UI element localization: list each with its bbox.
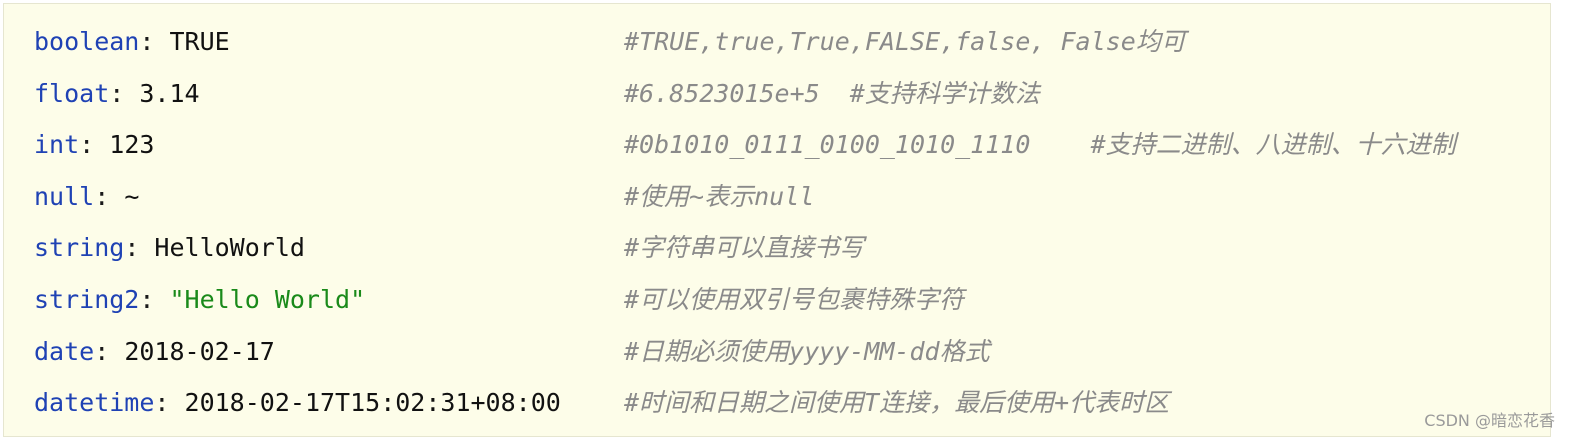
yaml-comment: #时间和日期之间使用T连接，最后使用+代表时区	[624, 388, 1170, 417]
code-line-string2: string2: "Hello World" #可以使用双引号包裹特殊字符	[4, 280, 1550, 320]
yaml-key: string	[34, 233, 125, 262]
yaml-value: 2018-02-17	[124, 337, 275, 366]
yaml-comment: #6.8523015e+5 #支持科学计数法	[624, 79, 1040, 108]
yaml-separator: :	[94, 182, 125, 211]
yaml-separator: :	[139, 285, 170, 314]
yaml-code-block: boolean: TRUE #TRUE,true,True,FALSE,fals…	[3, 3, 1551, 437]
code-line-date: date: 2018-02-17 #日期必须使用yyyy-MM-dd格式	[4, 332, 1550, 372]
yaml-value: 2018-02-17T15:02:31+08:00	[184, 388, 561, 417]
yaml-string-value: "Hello World"	[169, 285, 366, 314]
code-text: float: 3.14	[34, 74, 200, 114]
code-line-int: int: 123 #0b1010_0111_0100_1010_1110 #支持…	[4, 125, 1550, 165]
yaml-separator: :	[124, 233, 155, 262]
code-line-float: float: 3.14 #6.8523015e+5 #支持科学计数法	[4, 74, 1550, 114]
code-text: null: ~	[34, 177, 139, 217]
yaml-comment: #0b1010_0111_0100_1010_1110 #支持二进制、八进制、十…	[624, 130, 1456, 159]
yaml-value: ~	[124, 182, 140, 211]
code-text: date: 2018-02-17	[34, 332, 275, 372]
code-text: string: HelloWorld	[34, 228, 305, 268]
yaml-key: date	[34, 337, 95, 366]
yaml-value: 123	[109, 130, 155, 159]
code-line-datetime: datetime: 2018-02-17T15:02:31+08:00 #时间和…	[4, 383, 1550, 423]
yaml-separator: :	[94, 337, 125, 366]
yaml-key: null	[34, 182, 95, 211]
code-text: int: 123	[34, 125, 154, 165]
yaml-key: float	[34, 79, 110, 108]
code-text: boolean: TRUE	[34, 22, 230, 62]
yaml-key: boolean	[34, 27, 140, 56]
yaml-comment: #使用~表示null	[624, 182, 815, 211]
yaml-key: datetime	[34, 388, 155, 417]
yaml-separator: :	[154, 388, 185, 417]
code-text: datetime: 2018-02-17T15:02:31+08:00	[34, 383, 561, 423]
yaml-separator: :	[79, 130, 110, 159]
yaml-comment: #字符串可以直接书写	[624, 233, 865, 262]
yaml-comment: #日期必须使用yyyy-MM-dd格式	[624, 337, 990, 366]
code-line-string: string: HelloWorld #字符串可以直接书写	[4, 228, 1550, 268]
yaml-separator: :	[109, 79, 140, 108]
watermark: CSDN @暗恋花香	[1424, 411, 1555, 430]
yaml-value: TRUE	[169, 27, 230, 56]
code-line-boolean: boolean: TRUE #TRUE,true,True,FALSE,fals…	[4, 22, 1550, 62]
yaml-key: string2	[34, 285, 140, 314]
yaml-separator: :	[139, 27, 170, 56]
code-line-null: null: ~ #使用~表示null	[4, 177, 1550, 217]
yaml-value: HelloWorld	[154, 233, 305, 262]
yaml-comment: #TRUE,true,True,FALSE,false, False均可	[624, 27, 1186, 56]
code-text: string2: "Hello World"	[34, 280, 365, 320]
yaml-value: 3.14	[139, 79, 200, 108]
yaml-comment: #可以使用双引号包裹特殊字符	[624, 285, 965, 314]
yaml-key: int	[34, 130, 80, 159]
